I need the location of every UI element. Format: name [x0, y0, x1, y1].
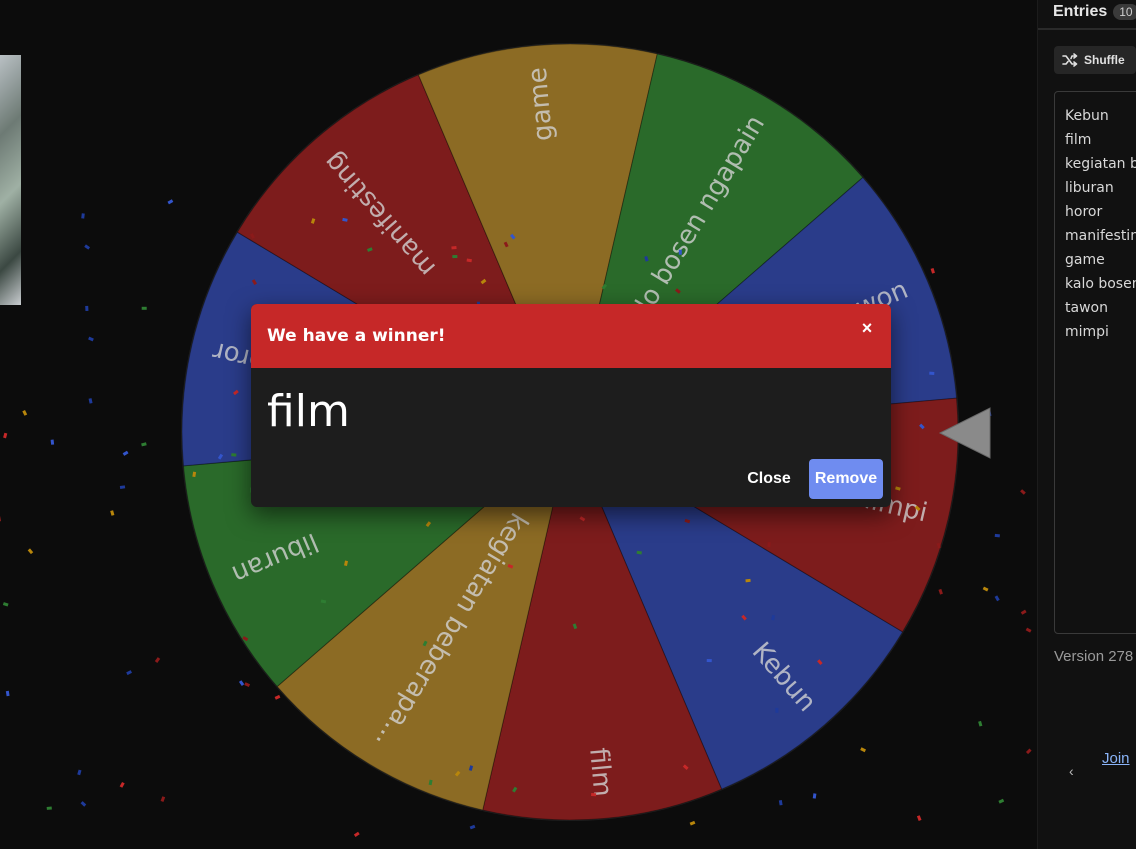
dialog-title: We have a winner! [267, 326, 446, 346]
entries-count-badge: 10 [1113, 4, 1136, 20]
wheel-segment-label: game [523, 66, 559, 142]
entry-line: kegiatan b [1065, 156, 1136, 172]
tab-entries-label: Entries [1053, 3, 1108, 20]
entry-line: liburan [1065, 180, 1114, 196]
close-button[interactable]: Close [739, 459, 799, 499]
wheel-pointer-icon [938, 407, 991, 459]
entry-line: horor [1065, 204, 1103, 220]
side-panel: Entries 10 Shuffle Kebun film kegiatan b… [1037, 0, 1136, 849]
shuffle-button[interactable]: Shuffle [1054, 46, 1136, 74]
entry-line: Kebun [1065, 108, 1109, 124]
dialog-header: We have a winner! × [251, 304, 891, 368]
winner-name: film [267, 386, 350, 437]
entry-line: tawon [1065, 300, 1108, 316]
entry-line: film [1065, 132, 1092, 148]
version-text: Version 278 [1054, 648, 1134, 665]
entry-line: game [1065, 252, 1105, 268]
shuffle-icon [1062, 53, 1078, 67]
entry-line: kalo bosen [1065, 276, 1136, 292]
wheel-stage: Kebun film kegiatan beberapa... liburan horo… [0, 0, 1037, 849]
join-link[interactable]: Join [1102, 750, 1130, 767]
remove-button[interactable]: Remove [809, 459, 883, 499]
close-icon[interactable]: × [857, 318, 877, 339]
tab-underline [1038, 28, 1136, 30]
entries-textarea[interactable]: Kebun film kegiatan b liburan horor mani… [1054, 91, 1136, 634]
chevron-left-icon[interactable]: ‹ [1069, 763, 1074, 779]
tab-entries[interactable]: Entries 10 [1053, 0, 1136, 24]
wheel-segment-label: film [583, 747, 617, 798]
shuffle-label: Shuffle [1084, 53, 1125, 67]
entry-line: mimpi [1065, 324, 1109, 340]
winner-dialog: We have a winner! × film Close Remove [251, 304, 891, 507]
entry-line: manifestin [1065, 228, 1136, 244]
